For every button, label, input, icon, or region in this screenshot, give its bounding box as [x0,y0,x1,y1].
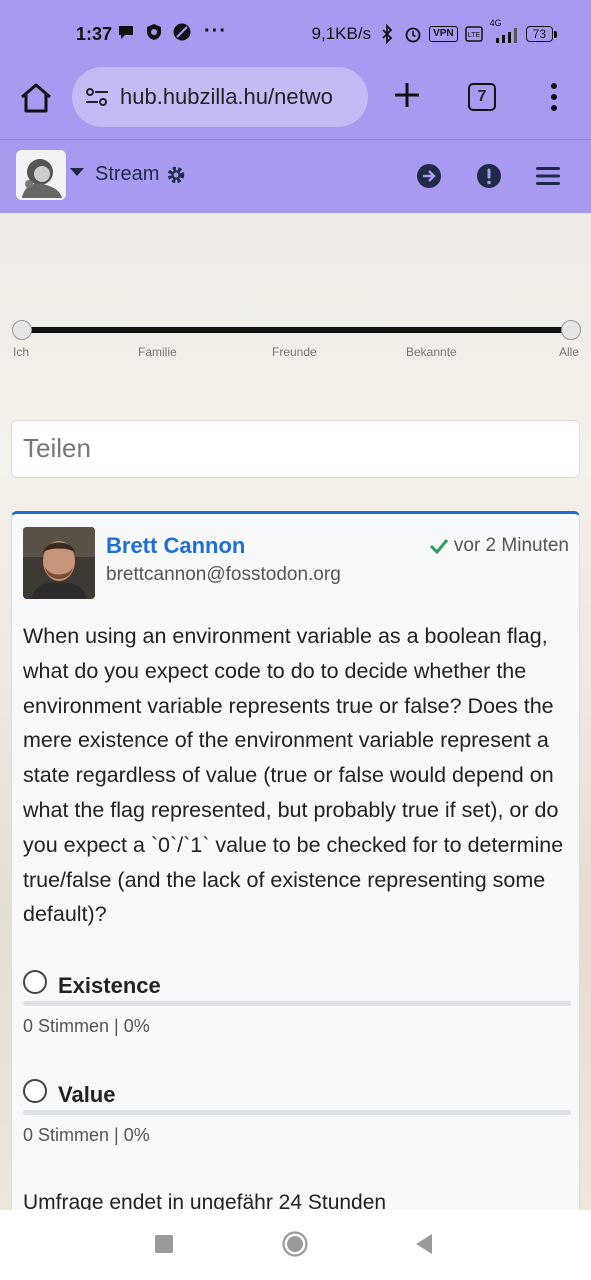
poll-progress-bar [23,1110,571,1115]
slider-knob-max[interactable] [561,320,581,340]
channel-menu-caret[interactable] [70,168,84,176]
poll-vote-count: 0 Stimmen | 0% [23,1125,150,1145]
author-name-link[interactable]: Brett Cannon [106,533,245,559]
slider-knob-min[interactable] [12,320,32,340]
shield-icon [147,24,161,40]
slider-label-ich: Ich [13,345,30,359]
network-speed: 9,1KB/s [311,24,372,43]
poll-radio[interactable] [23,970,47,994]
slider-label-bekannte: Bekannte [406,345,457,359]
status-icons [116,22,192,42]
signal-bars-icon [495,28,517,43]
alarm-icon [405,27,421,43]
recents-button-icon[interactable] [154,1234,174,1254]
avatar-image-icon [16,150,66,200]
poll-option-label[interactable]: Existence [58,973,161,999]
svg-text:LTE: LTE [467,32,480,39]
url-text[interactable]: hub.hubzilla.hu/netwo [120,84,333,110]
status-time: 1:37 [76,24,113,44]
page-title: Stream [95,163,160,185]
poll-vote-count: 0 Stimmen | 0% [23,1016,150,1036]
new-tab-icon[interactable] [392,80,422,110]
post-time: vor 2 Minuten [453,535,569,556]
post-card: Brett Cannon brettcannon@fosstodon.org v… [11,511,580,1231]
signal-group: 4G [490,18,520,44]
arrow-right-circle-icon[interactable] [416,163,442,189]
poll-option-label[interactable]: Value [58,1082,115,1108]
status-bar: 1:37 ··· 9,1KB/s VPN LTE 4G 73 [0,0,591,60]
slider-label-freunde: Freunde [272,345,317,359]
hamburger-menu-icon[interactable] [535,163,561,189]
author-photo-icon [23,527,95,599]
volte-icon: LTE [464,26,483,42]
site-settings-icon[interactable] [84,85,110,109]
no-disturb-icon [173,23,191,41]
notifications-alert-icon[interactable] [476,163,502,189]
browser-toolbar: hub.hubzilla.hu/netwo 7 [0,60,591,140]
channel-avatar[interactable] [16,150,66,200]
slider-label-familie: Familie [138,345,177,359]
status-more-dots: ··· [204,20,227,42]
post-timestamp: vor 2 Minuten [429,535,569,557]
battery-indicator: 73 [525,26,558,42]
author-avatar[interactable] [23,527,95,599]
home-button-icon[interactable] [282,1231,308,1257]
vpn-badge: VPN [429,26,458,42]
back-button-icon[interactable] [414,1233,434,1255]
author-handle: brettcannon@fosstodon.org [106,564,341,585]
chat-bubble-icon [119,26,133,39]
address-bar[interactable]: hub.hubzilla.hu/netwo [72,67,368,127]
slider-track[interactable] [22,327,571,333]
post-body: When using an environment variable as a … [23,624,564,927]
poll-radio[interactable] [23,1079,47,1103]
tab-switcher-button[interactable]: 7 [468,83,496,111]
gear-icon[interactable] [166,165,186,185]
system-navigation-bar [0,1210,591,1280]
status-right: 9,1KB/s VPN LTE 4G 73 [311,18,558,44]
home-icon[interactable] [18,80,54,116]
share-input[interactable]: Teilen [11,420,580,478]
app-navbar: Stream [0,140,591,213]
slider-label-alle: Alle [559,345,580,359]
browser-menu-icon[interactable] [548,82,560,112]
bluetooth-icon [382,24,393,44]
check-icon [429,539,448,554]
poll-progress-bar [23,1001,571,1006]
